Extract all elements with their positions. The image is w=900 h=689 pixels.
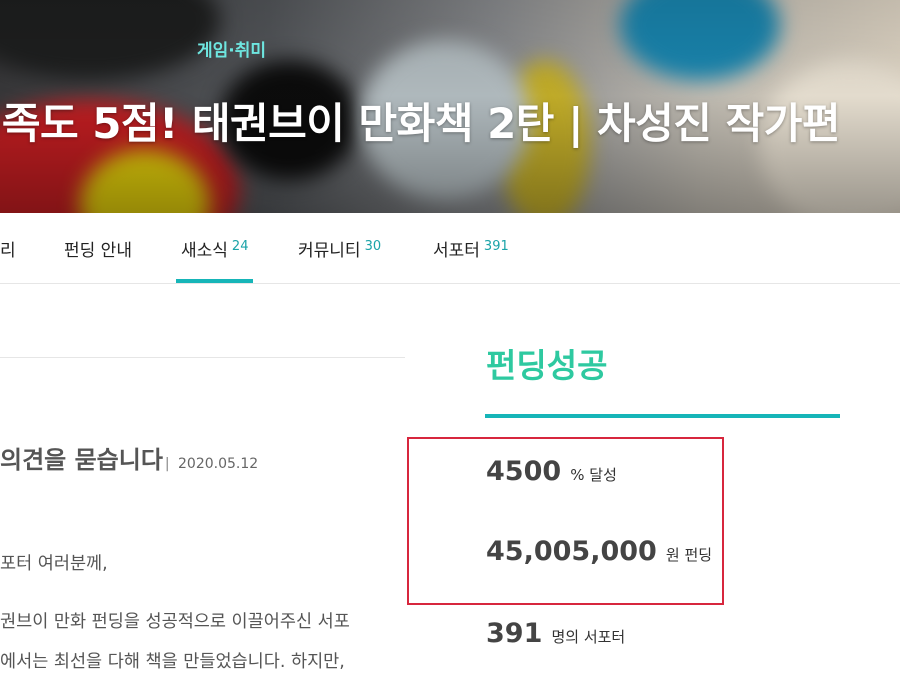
tab-story[interactable]: 리 bbox=[0, 213, 16, 283]
tab-community-count: 30 bbox=[364, 238, 382, 254]
content-divider bbox=[0, 357, 405, 358]
stat-achievement-value: 4500 bbox=[486, 456, 562, 487]
project-tabs: 리 펀딩 안내 새소식 24 커뮤니티 30 서포터 391 bbox=[0, 213, 900, 284]
post-title[interactable]: 의견을 묻습니다 bbox=[0, 446, 163, 474]
tab-supporters[interactable]: 서포터 391 bbox=[433, 213, 509, 283]
post-body-line: 권브이 만화 펀딩을 성공적으로 이끌어주신 서포 bbox=[0, 612, 350, 632]
stat-achievement: 4500 % 달성 bbox=[486, 456, 617, 487]
stat-supporters-unit: 명의 서포터 bbox=[551, 628, 626, 646]
post-title-row: 의견을 묻습니다 | 2020.05.12 bbox=[0, 440, 258, 475]
status-bar bbox=[485, 414, 840, 418]
post-body-line: 에서는 최선을 다해 책을 만들었습니다. 하지만, bbox=[0, 652, 345, 672]
stat-amount-unit: 원 펀딩 bbox=[665, 546, 713, 564]
tab-community[interactable]: 커뮤니티 30 bbox=[298, 213, 381, 283]
post-date: 2020.05.12 bbox=[178, 456, 259, 472]
post-title-separator: | bbox=[164, 456, 170, 472]
funding-status: 펀딩성공 bbox=[486, 346, 608, 385]
tab-news-count: 24 bbox=[231, 238, 249, 254]
stat-supporters-value: 391 bbox=[486, 618, 543, 649]
tab-supporters-label: 서포터 bbox=[433, 240, 480, 261]
tab-news[interactable]: 새소식 24 bbox=[176, 213, 254, 283]
tab-story-label: 리 bbox=[0, 240, 16, 261]
tab-community-label: 커뮤니티 bbox=[298, 240, 361, 261]
tab-funding-guide-label: 펀딩 안내 bbox=[64, 240, 132, 261]
stat-amount: 45,005,000 원 펀딩 bbox=[486, 536, 712, 567]
post-body-line: 포터 여러분께, bbox=[0, 554, 108, 574]
stat-achievement-unit: % 달성 bbox=[570, 466, 617, 484]
hero-banner: 게임·취미 족도 5점! 태권브이 만화책 2탄 | 차성진 작가편 bbox=[0, 0, 900, 213]
hero-category[interactable]: 게임·취미 bbox=[197, 36, 266, 61]
stat-supporters: 391 명의 서포터 bbox=[486, 618, 625, 649]
hero-title: 족도 5점! 태권브이 만화책 2탄 | 차성진 작가편 bbox=[1, 99, 841, 148]
tab-funding-guide[interactable]: 펀딩 안내 bbox=[64, 213, 132, 283]
tab-news-label: 새소식 bbox=[181, 240, 228, 261]
stat-amount-value: 45,005,000 bbox=[486, 536, 657, 567]
tab-supporters-count: 391 bbox=[483, 238, 509, 254]
